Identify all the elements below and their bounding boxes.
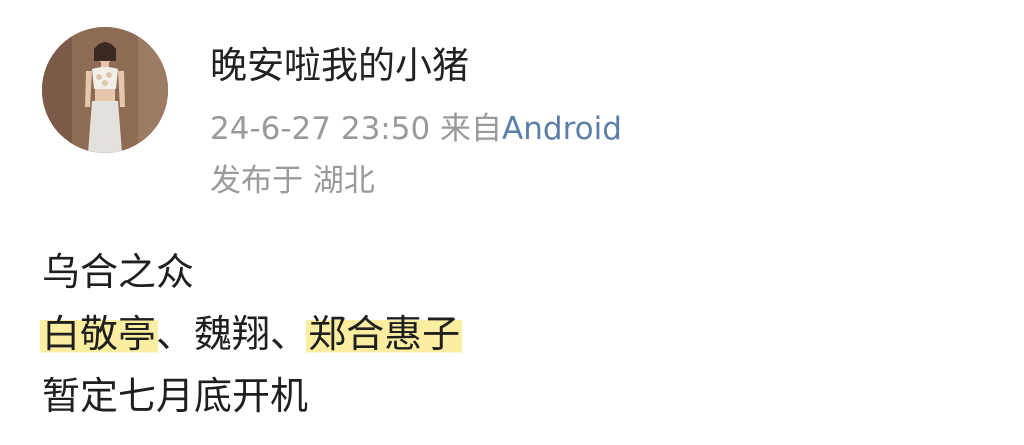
post-source-link[interactable]: Android bbox=[502, 111, 622, 147]
post-meta: 24-6-27 23:50 来自Android bbox=[210, 108, 622, 150]
post-timestamp: 24-6-27 23:50 bbox=[210, 111, 431, 147]
avatar[interactable] bbox=[42, 27, 168, 153]
separator: 、 bbox=[156, 312, 195, 356]
username[interactable]: 晚安啦我的小猪 bbox=[210, 42, 469, 90]
separator: 、 bbox=[270, 312, 309, 356]
source-prefix: 来自 bbox=[440, 111, 503, 147]
content-line-2: 白敬亭、魏翔、郑合惠子 bbox=[40, 306, 463, 368]
post-content: 乌合之众 白敬亭、魏翔、郑合惠子 暂定七月底开机 bbox=[40, 244, 463, 430]
content-line-3: 暂定七月底开机 bbox=[42, 374, 309, 418]
content-line-1: 乌合之众 bbox=[42, 250, 195, 294]
highlight-name-3: 郑合惠子 bbox=[306, 312, 463, 356]
highlight-name-1: 白敬亭 bbox=[40, 312, 159, 356]
name-2: 魏翔 bbox=[194, 312, 271, 356]
post-location: 发布于 湖北 bbox=[210, 163, 375, 199]
avatar-image bbox=[42, 27, 168, 153]
